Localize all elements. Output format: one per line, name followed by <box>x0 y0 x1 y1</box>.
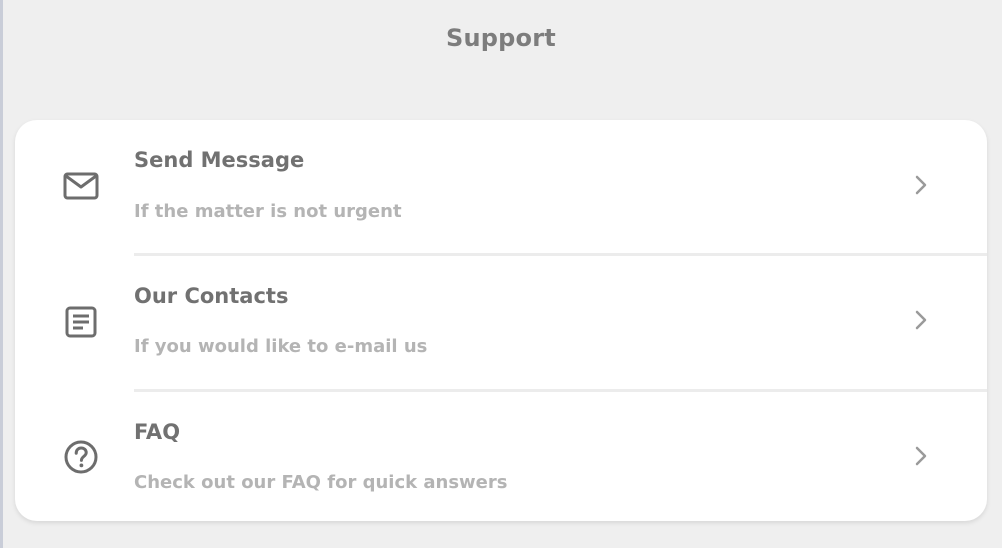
page-header: Support <box>0 0 1002 76</box>
menu-item-title: Send Message <box>134 148 305 172</box>
chevron-right-icon <box>913 308 929 332</box>
chevron-right-icon <box>913 444 929 468</box>
menu-item-our-contacts[interactable]: Our Contacts If you would like to e-mail… <box>65 253 987 389</box>
page-title: Support <box>446 24 556 52</box>
help-circle-icon <box>63 439 99 475</box>
menu-item-subtitle: Check out our FAQ for quick answers <box>134 472 508 493</box>
menu-item-title: FAQ <box>134 420 181 444</box>
menu-item-title: Our Contacts <box>134 284 289 308</box>
menu-item-subtitle: If you would like to e-mail us <box>134 336 428 357</box>
window-left-edge <box>0 0 3 548</box>
menu-item-faq[interactable]: FAQ Check out our FAQ for quick answers <box>64 389 987 521</box>
chevron-right-icon <box>913 173 929 197</box>
document-list-icon <box>63 304 99 340</box>
mail-icon <box>63 168 99 204</box>
menu-item-send-message[interactable]: Send Message If the matter is not urgent <box>15 120 987 253</box>
menu-item-subtitle: If the matter is not urgent <box>134 201 402 222</box>
support-menu-card: Send Message If the matter is not urgent… <box>15 120 987 521</box>
